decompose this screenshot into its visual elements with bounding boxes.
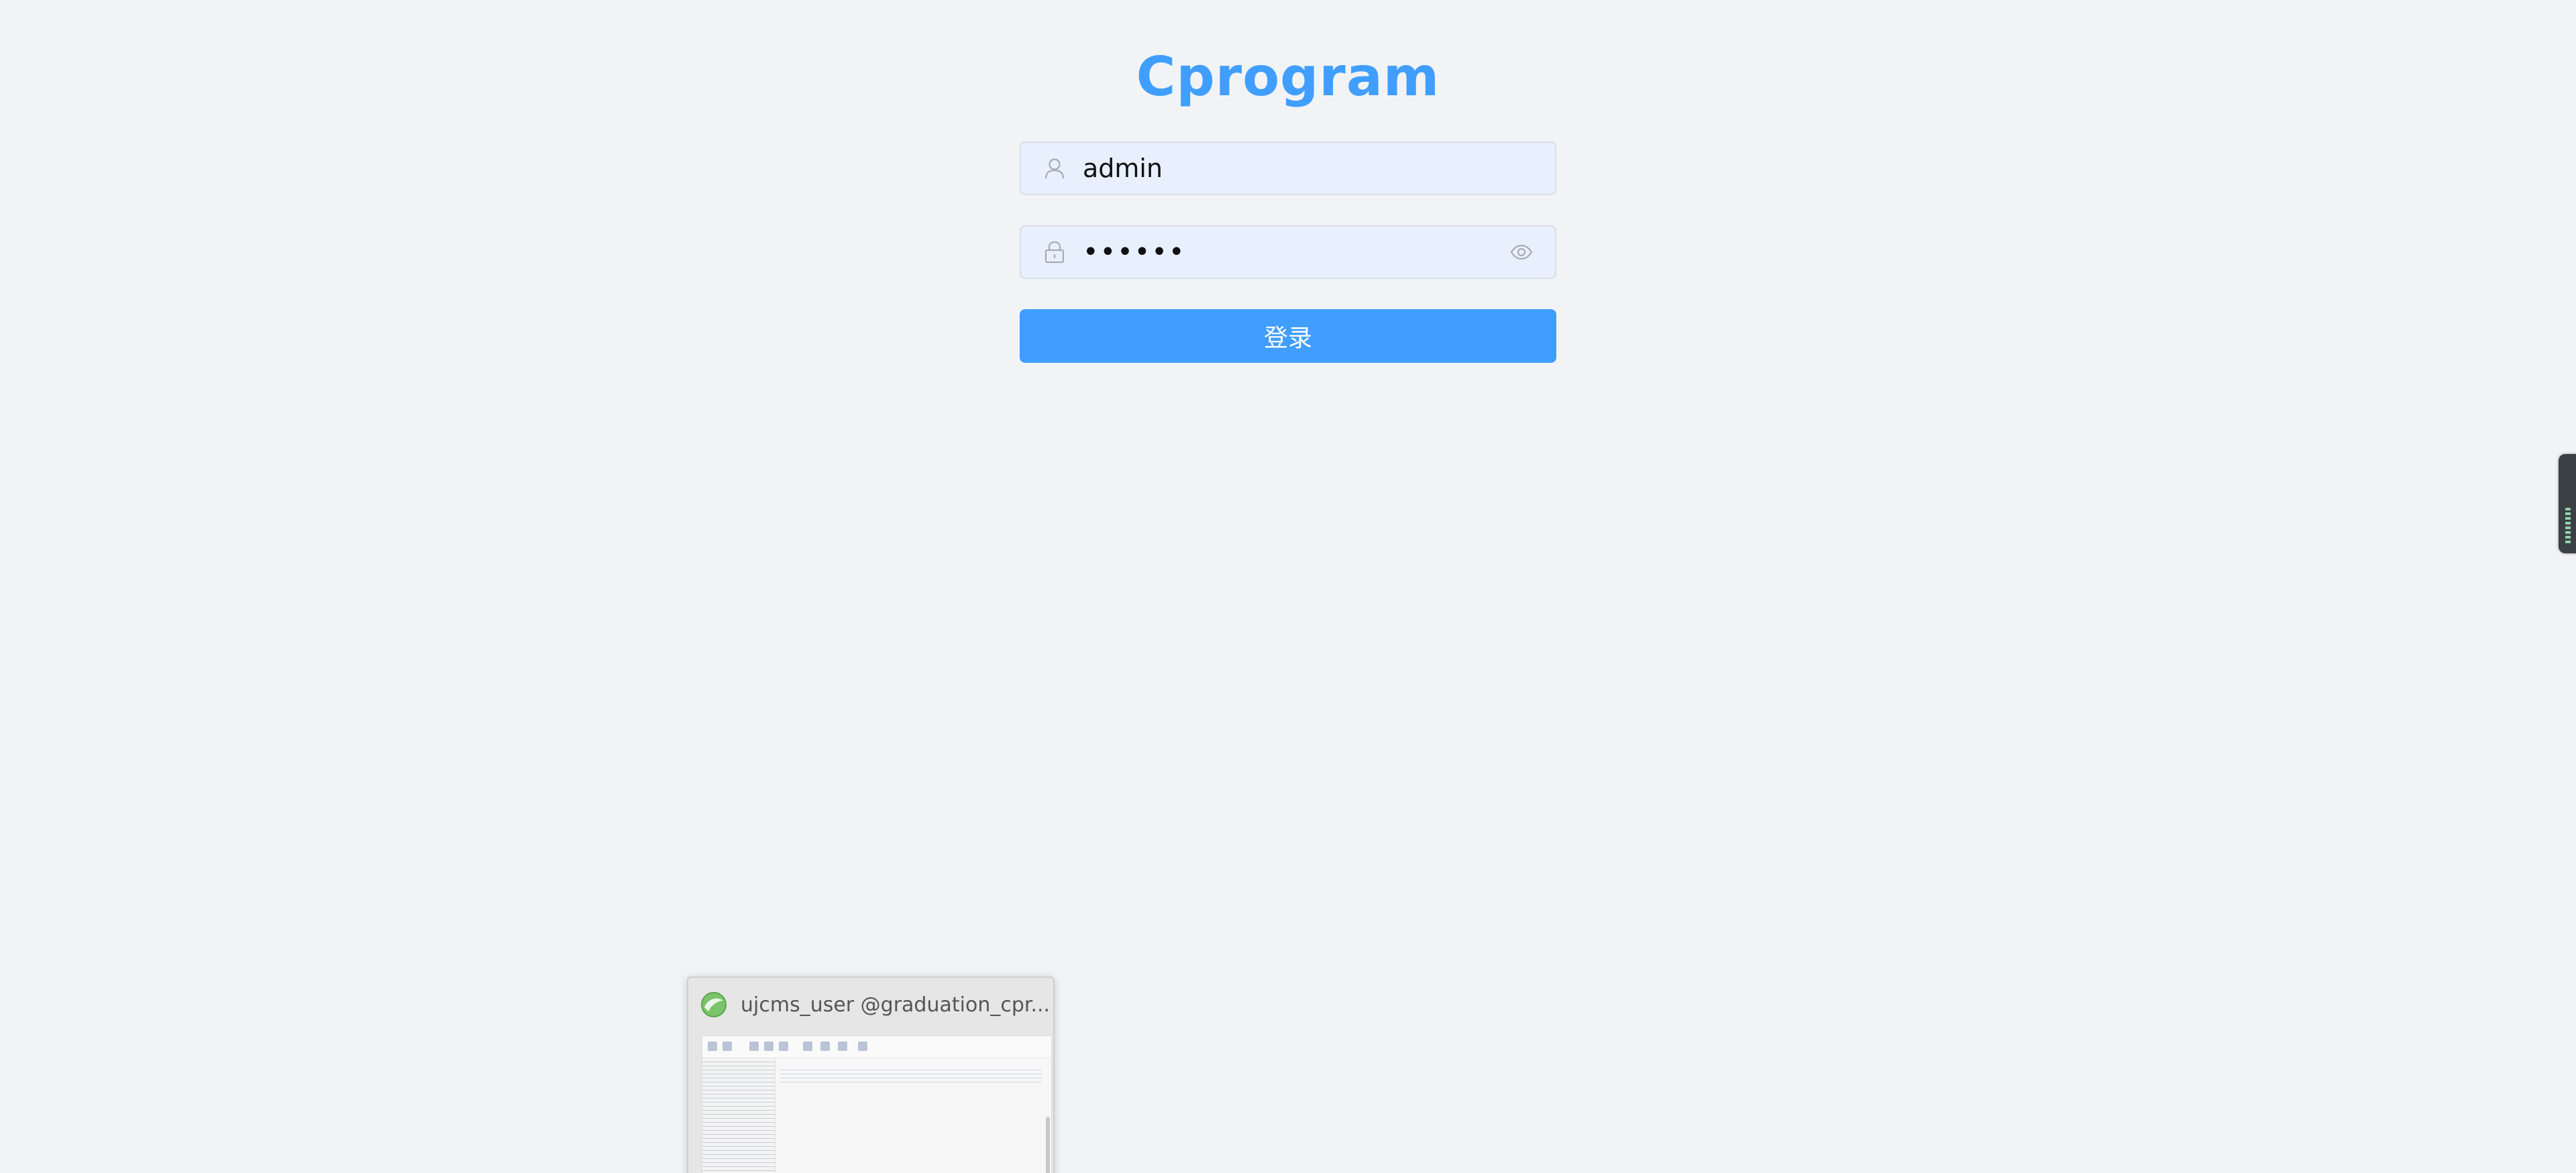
level-meter-icon xyxy=(2565,508,2571,545)
password-input[interactable] xyxy=(1083,227,1507,278)
user-icon xyxy=(1040,154,1069,183)
preview-header: ujcms_user @graduation_cpr... xyxy=(688,978,1053,1031)
thumbnail-scrollbar xyxy=(1046,1117,1050,1173)
app-title: Cprogram xyxy=(1136,46,1440,108)
username-field[interactable] xyxy=(1020,142,1556,195)
login-page: Cprogram 登录 xyxy=(0,0,2576,1173)
password-field[interactable] xyxy=(1020,225,1556,279)
preview-title: ujcms_user @graduation_cpr... xyxy=(741,993,1051,1017)
thumbnail-toolbar xyxy=(702,1036,1051,1058)
login-button[interactable]: 登录 xyxy=(1020,309,1556,363)
thumbnail-tree xyxy=(702,1058,775,1173)
thumbnail-grid xyxy=(780,1070,1042,1083)
taskbar-window-preview[interactable]: ujcms_user @graduation_cpr... xyxy=(687,976,1055,1173)
lock-icon xyxy=(1040,237,1069,267)
username-input[interactable] xyxy=(1083,143,1555,194)
preview-thumbnail xyxy=(702,1036,1052,1173)
eye-icon[interactable] xyxy=(1507,237,1536,267)
edge-tool-widget[interactable] xyxy=(2559,454,2576,553)
navicat-app-icon xyxy=(700,991,727,1018)
